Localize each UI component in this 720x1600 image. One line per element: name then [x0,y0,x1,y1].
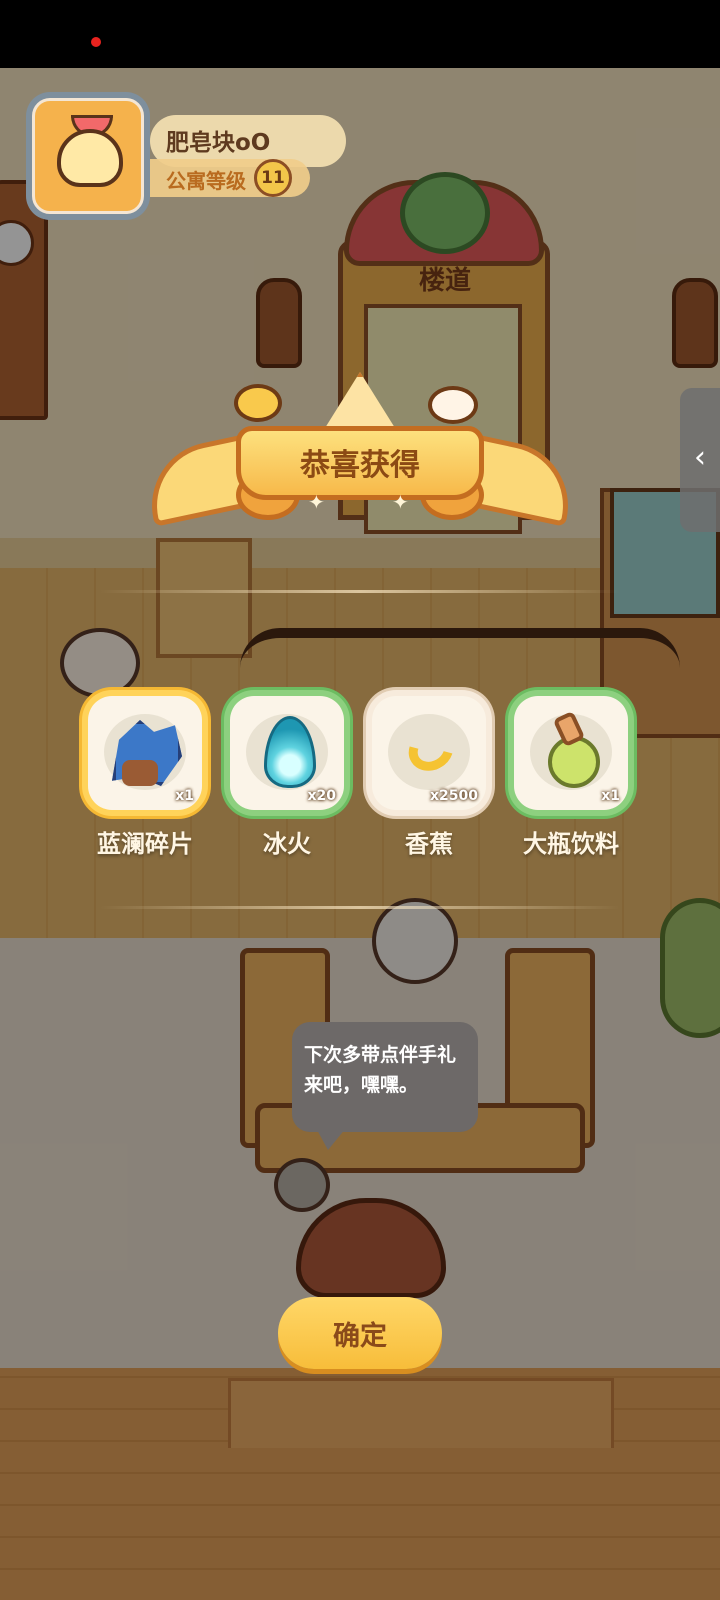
reward-name: 蓝澜碎片 [97,830,193,858]
status-bar [0,0,720,68]
reward-name: 大瓶饮料 [523,830,619,858]
reward-item-frame: x2500 [366,690,492,816]
reward-item-slot: x1 [88,696,202,810]
player-name: 肥皂块oO [166,130,271,156]
reward-item-slot: x20 [230,696,344,810]
dog-avatar-icon [57,129,123,187]
reward-item-slot: x1 [514,696,628,810]
reward-list: x1 蓝澜碎片 x20 冰火 x2500 香蕉 x1 大瓶饮料 [82,690,642,860]
sparkle-icon: ✦ [308,490,325,514]
confirm-button[interactable]: 确定 [278,1297,442,1369]
reward-item[interactable]: x1 蓝澜碎片 [82,690,208,858]
apartment-level-label: 公寓等级 [166,169,246,193]
congrats-banner: 恭喜获得 ✦ ✦ [140,372,580,552]
reward-count: x20 [307,788,336,804]
chevron-left-icon: ‹ [694,440,706,475]
reward-count: x1 [601,788,620,804]
reward-name: 香蕉 [405,830,453,858]
drink-bottle-icon [548,736,600,788]
reward-item[interactable]: x2500 香蕉 [366,690,492,858]
reward-count: x1 [175,788,194,804]
npc-dialog-text: 下次多带点伴手礼来吧，嘿嘿。 [304,1044,457,1096]
reward-item-frame: x20 [224,690,350,816]
npc-speech-bubble: 下次多带点伴手礼来吧，嘿嘿。 [292,1022,478,1132]
chick-icon [234,384,282,422]
reward-name: 冰火 [263,830,311,858]
reward-popup-title: 恭喜获得 [300,448,420,483]
shard-fragment-icon [122,760,158,786]
side-panel-toggle[interactable]: ‹ [680,388,720,532]
popup-divider-bottom [100,906,620,909]
apartment-level-badge: 11 [254,159,292,197]
popup-divider-top [100,590,620,593]
player-avatar[interactable] [26,92,150,220]
reward-item-frame: x1 [82,690,208,816]
sparkle-icon: ✦ [392,490,409,514]
reward-item[interactable]: x20 冰火 [224,690,350,858]
reward-item-frame: x1 [508,690,634,816]
player-info[interactable]: 肥皂块oO 公寓等级 11 [150,115,350,199]
recording-indicator [91,37,101,47]
reward-item[interactable]: x1 大瓶饮料 [508,690,634,858]
speech-bubble-tail [316,1128,346,1150]
reward-count: x2500 [430,788,478,804]
reward-item-slot: x2500 [372,696,486,810]
white-cat-icon [428,386,478,424]
avatar-portrait [32,98,144,214]
